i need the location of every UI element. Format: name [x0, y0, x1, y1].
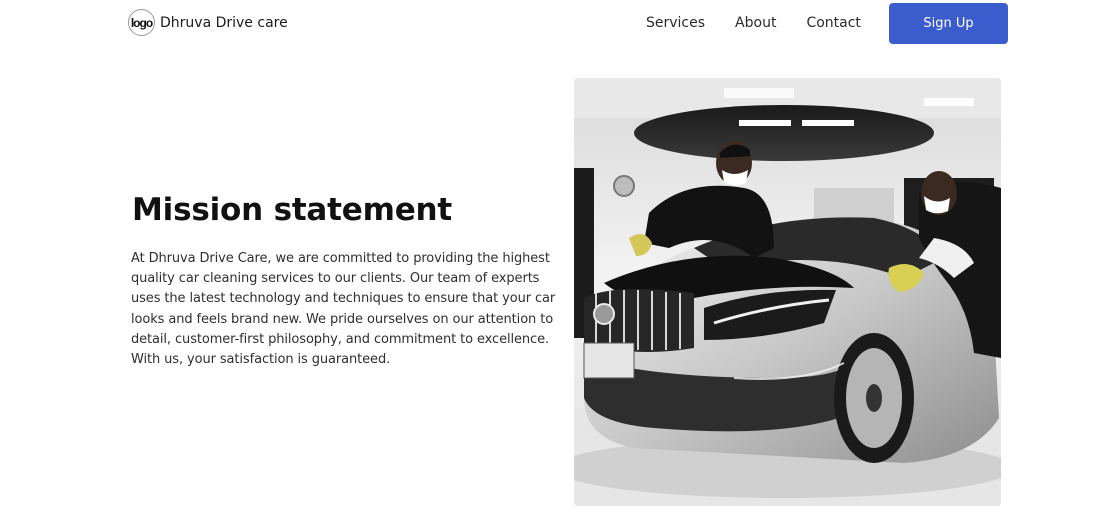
brand-logo-link[interactable]: logo Dhruva Drive care	[128, 9, 288, 36]
nav-links: Services About Contact	[646, 15, 861, 31]
car-detailing-photo	[574, 78, 1001, 506]
mission-body: At Dhruva Drive Care, we are committed t…	[131, 251, 556, 368]
nav-link-about[interactable]: About	[735, 15, 776, 31]
logo-badge: logo	[128, 9, 155, 36]
brand-name: Dhruva Drive care	[160, 14, 288, 31]
logo-text: logo	[130, 15, 153, 30]
top-navbar: logo Dhruva Drive care Services About Co…	[0, 0, 1119, 46]
car-detailing-illustration	[574, 78, 1001, 506]
signup-button[interactable]: Sign Up	[889, 3, 1008, 44]
mission-heading: Mission statement	[132, 192, 453, 228]
nav-link-contact[interactable]: Contact	[806, 15, 860, 31]
nav-link-services[interactable]: Services	[646, 15, 705, 31]
